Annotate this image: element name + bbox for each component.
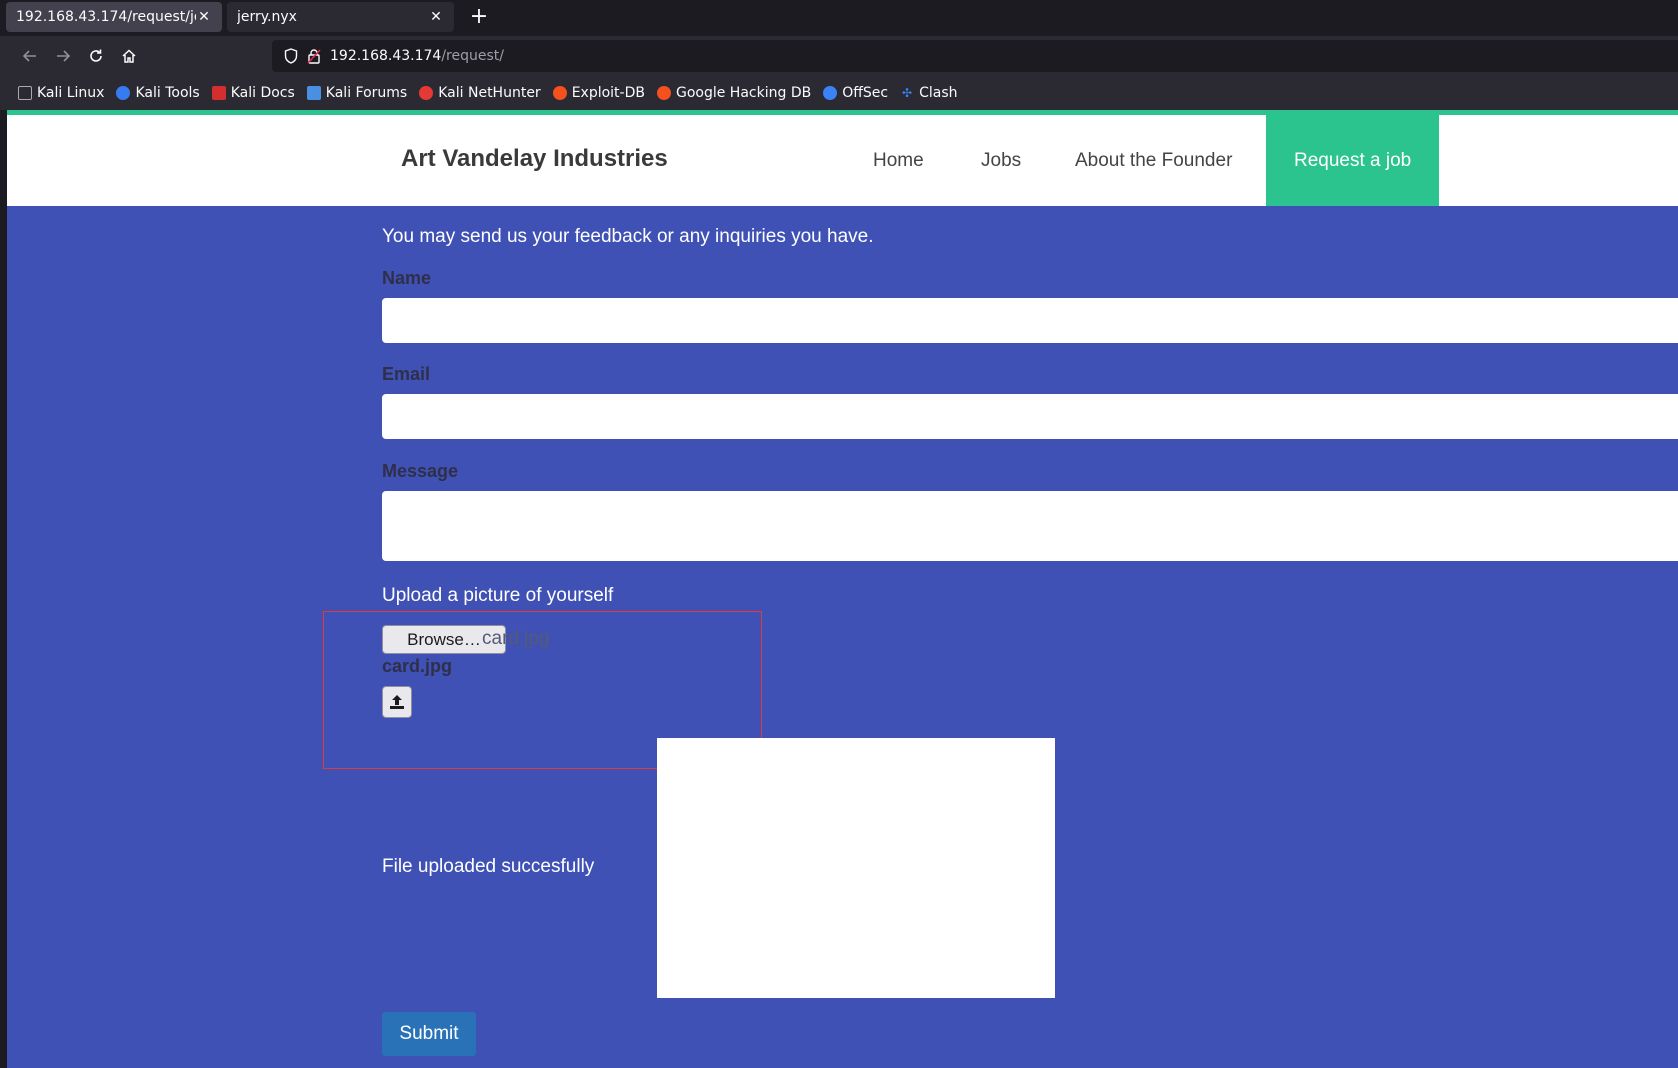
bookmark-clash[interactable]: ✣ Clash <box>900 85 957 101</box>
ghdb-icon <box>656 86 671 100</box>
close-tab-icon[interactable]: ✕ <box>196 9 212 25</box>
bookmark-kali-tools[interactable]: Kali Tools <box>116 85 200 101</box>
bookmark-exploit-db[interactable]: Exploit-DB <box>552 85 645 101</box>
bookmark-label: Exploit-DB <box>571 85 645 101</box>
bookmark-label: Kali Forums <box>325 85 408 101</box>
bookmark-kali-forums[interactable]: Kali Forums <box>306 85 408 101</box>
bookmark-label: Kali Linux <box>37 85 105 101</box>
url-path: /request/ <box>441 48 504 64</box>
bookmark-label: Kali NetHunter <box>438 85 541 101</box>
uploaded-image-preview <box>657 738 1055 998</box>
kali-dragon-icon <box>18 86 32 100</box>
shield-icon[interactable] <box>284 48 298 64</box>
insecure-lock-icon[interactable] <box>307 48 321 64</box>
name-label: Name <box>382 268 432 288</box>
nav-request-job[interactable]: Request a job <box>1266 115 1440 206</box>
tab-active[interactable]: 192.168.43.174/request/job_r ✕ <box>6 2 222 32</box>
form-intro: You may send us your feedback or any inq… <box>382 226 874 247</box>
upload-status-message: File uploaded succesfully <box>382 856 595 877</box>
new-tab-icon[interactable]: + <box>466 4 492 30</box>
name-field[interactable] <box>382 298 1678 343</box>
nav-about-founder[interactable]: About the Founder <box>1075 115 1232 206</box>
forward-arrow-icon[interactable] <box>49 42 77 70</box>
bookmarks-toolbar: Kali Linux Kali Tools Kali Docs Kali For… <box>0 76 1678 110</box>
nav-jobs[interactable]: Jobs <box>981 115 1021 206</box>
upload-label: Upload a picture of yourself <box>382 585 614 606</box>
bookmark-label: Kali Docs <box>230 85 295 101</box>
tab-title: jerry.nyx <box>237 9 297 25</box>
bookmark-google-hacking-db[interactable]: Google Hacking DB <box>656 85 812 101</box>
tab-title: 192.168.43.174/request/job_r <box>16 9 196 25</box>
close-tab-icon[interactable]: ✕ <box>428 9 444 25</box>
bookmark-label: Google Hacking DB <box>675 85 812 101</box>
clash-icon: ✣ <box>902 86 913 100</box>
message-label: Message <box>382 461 459 481</box>
bookmark-label: Kali Tools <box>135 85 200 101</box>
reload-icon[interactable] <box>82 42 110 70</box>
url-bar[interactable]: 192.168.43.174/request/ <box>272 40 1678 72</box>
uploaded-file-name: card.jpg <box>382 656 453 676</box>
kali-forums-icon <box>306 86 321 100</box>
bookmark-kali-linux[interactable]: Kali Linux <box>18 85 104 101</box>
site-brand[interactable]: Art Vandelay Industries <box>401 145 668 173</box>
kali-docs-icon <box>211 86 226 100</box>
upload-button[interactable] <box>382 686 412 718</box>
selected-file-name: card.jpg <box>482 628 550 649</box>
message-field[interactable] <box>382 491 1678 561</box>
upload-icon <box>388 693 406 711</box>
bookmark-label: OffSec <box>842 85 889 101</box>
offsec-icon <box>823 86 838 100</box>
site-header: Art Vandelay Industries Home Jobs About … <box>7 115 1678 206</box>
bookmark-kali-nethunter[interactable]: Kali NetHunter <box>419 85 541 101</box>
bookmark-label: Clash <box>919 85 958 101</box>
submit-button[interactable]: Submit <box>382 1012 476 1056</box>
url-host: 192.168.43.174 <box>330 48 442 64</box>
tab-strip: 192.168.43.174/request/job_r ✕ jerry.nyx… <box>0 0 1678 36</box>
home-icon[interactable] <box>115 42 143 70</box>
email-label: Email <box>382 364 431 384</box>
back-arrow-icon[interactable] <box>16 42 44 70</box>
exploit-db-icon <box>552 86 567 100</box>
navigation-toolbar: 192.168.43.174/request/ <box>0 36 1678 76</box>
nethunter-icon <box>419 86 434 100</box>
email-field[interactable] <box>382 394 1678 439</box>
bookmark-kali-docs[interactable]: Kali Docs <box>211 85 295 101</box>
kali-tools-icon <box>116 86 131 100</box>
bookmark-offsec[interactable]: OffSec <box>823 85 888 101</box>
tab-inactive[interactable]: jerry.nyx ✕ <box>227 2 454 32</box>
nav-home[interactable]: Home <box>873 115 924 206</box>
